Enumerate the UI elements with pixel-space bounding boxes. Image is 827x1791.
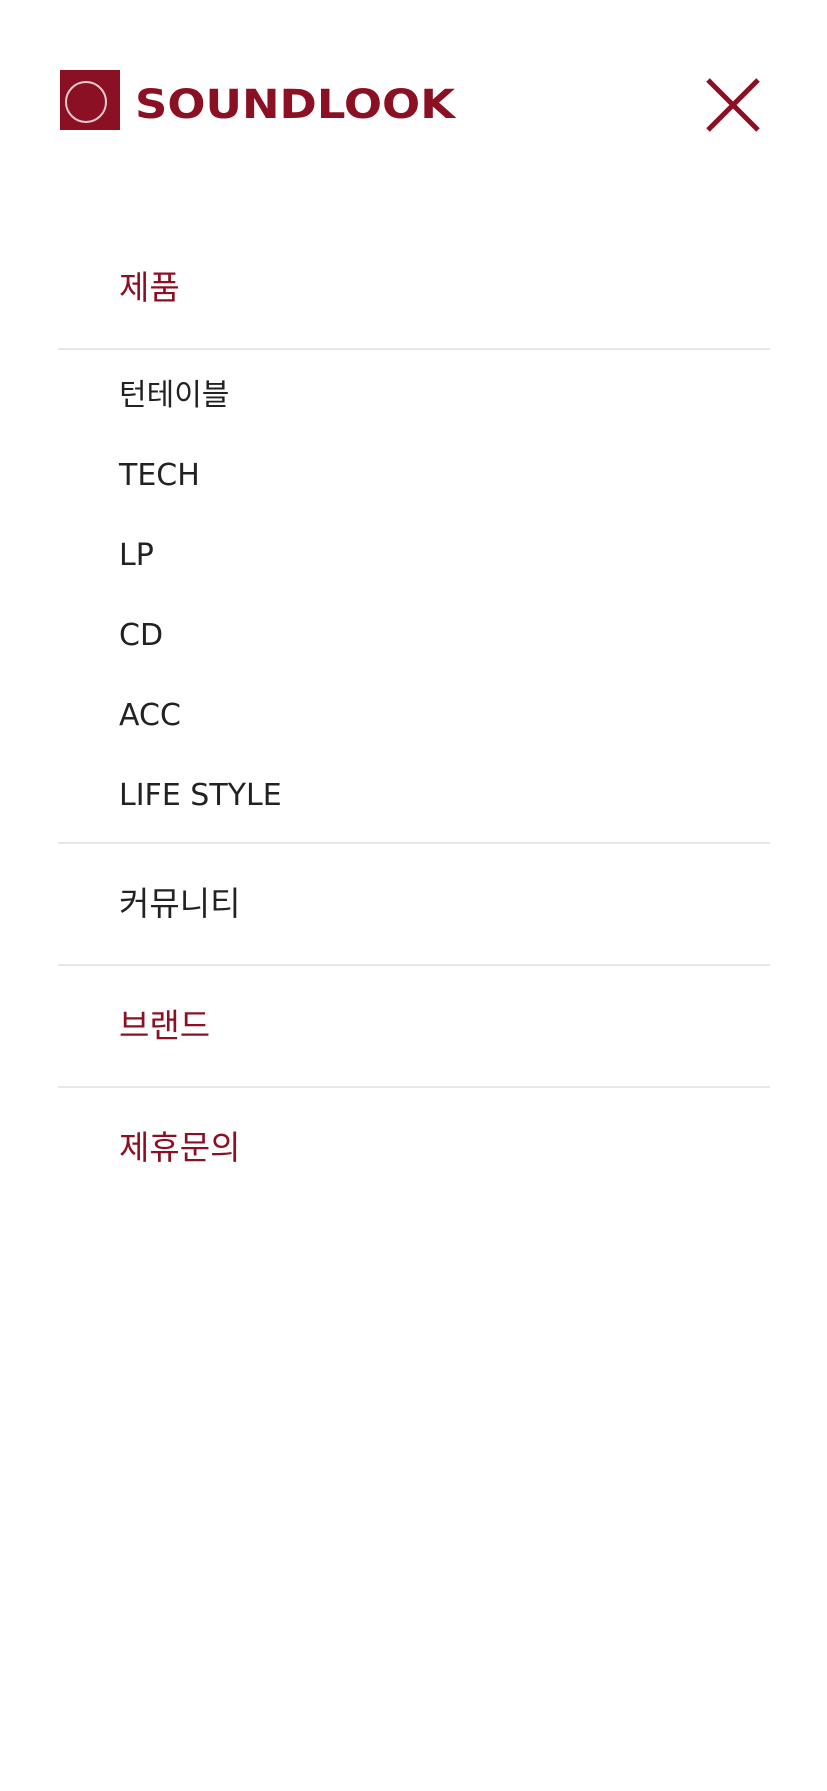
menu-item-products[interactable]: 제품 xyxy=(58,268,770,308)
menu-section-brand: 브랜드 xyxy=(58,966,770,1086)
logo-wordmark: SOUNDLOOK xyxy=(135,82,457,128)
menu-item-brand[interactable]: 브랜드 xyxy=(58,1006,770,1046)
menu-item-partnership[interactable]: 제휴문의 xyxy=(58,1128,770,1168)
products-submenu: 턴테이블 TECH LP CD ACC LIFE STYLE xyxy=(58,350,770,842)
menu-section-products: 제품 턴테이블 TECH LP CD ACC LIFE STYLE xyxy=(58,268,770,844)
header: SOUNDLOOK xyxy=(0,0,827,160)
close-button[interactable] xyxy=(702,74,764,136)
menu-section-partnership: 제휴문의 xyxy=(58,1088,770,1168)
submenu-item-lp[interactable]: LP xyxy=(58,536,770,576)
menu-section-community: 커뮤니티 xyxy=(58,844,770,964)
submenu-item-tech[interactable]: TECH xyxy=(58,456,770,496)
submenu-item-turntable[interactable]: 턴테이블 xyxy=(58,376,770,416)
soundlook-logo[interactable]: SOUNDLOOK xyxy=(60,70,460,130)
submenu-item-cd[interactable]: CD xyxy=(58,616,770,656)
submenu-item-life-style[interactable]: LIFE STYLE xyxy=(58,776,770,816)
close-icon xyxy=(706,78,760,132)
submenu-item-acc[interactable]: ACC xyxy=(58,696,770,736)
menu-item-community[interactable]: 커뮤니티 xyxy=(58,884,770,924)
main-menu: 제품 턴테이블 TECH LP CD ACC LIFE STYLE 커뮤니티 브… xyxy=(58,268,770,1168)
